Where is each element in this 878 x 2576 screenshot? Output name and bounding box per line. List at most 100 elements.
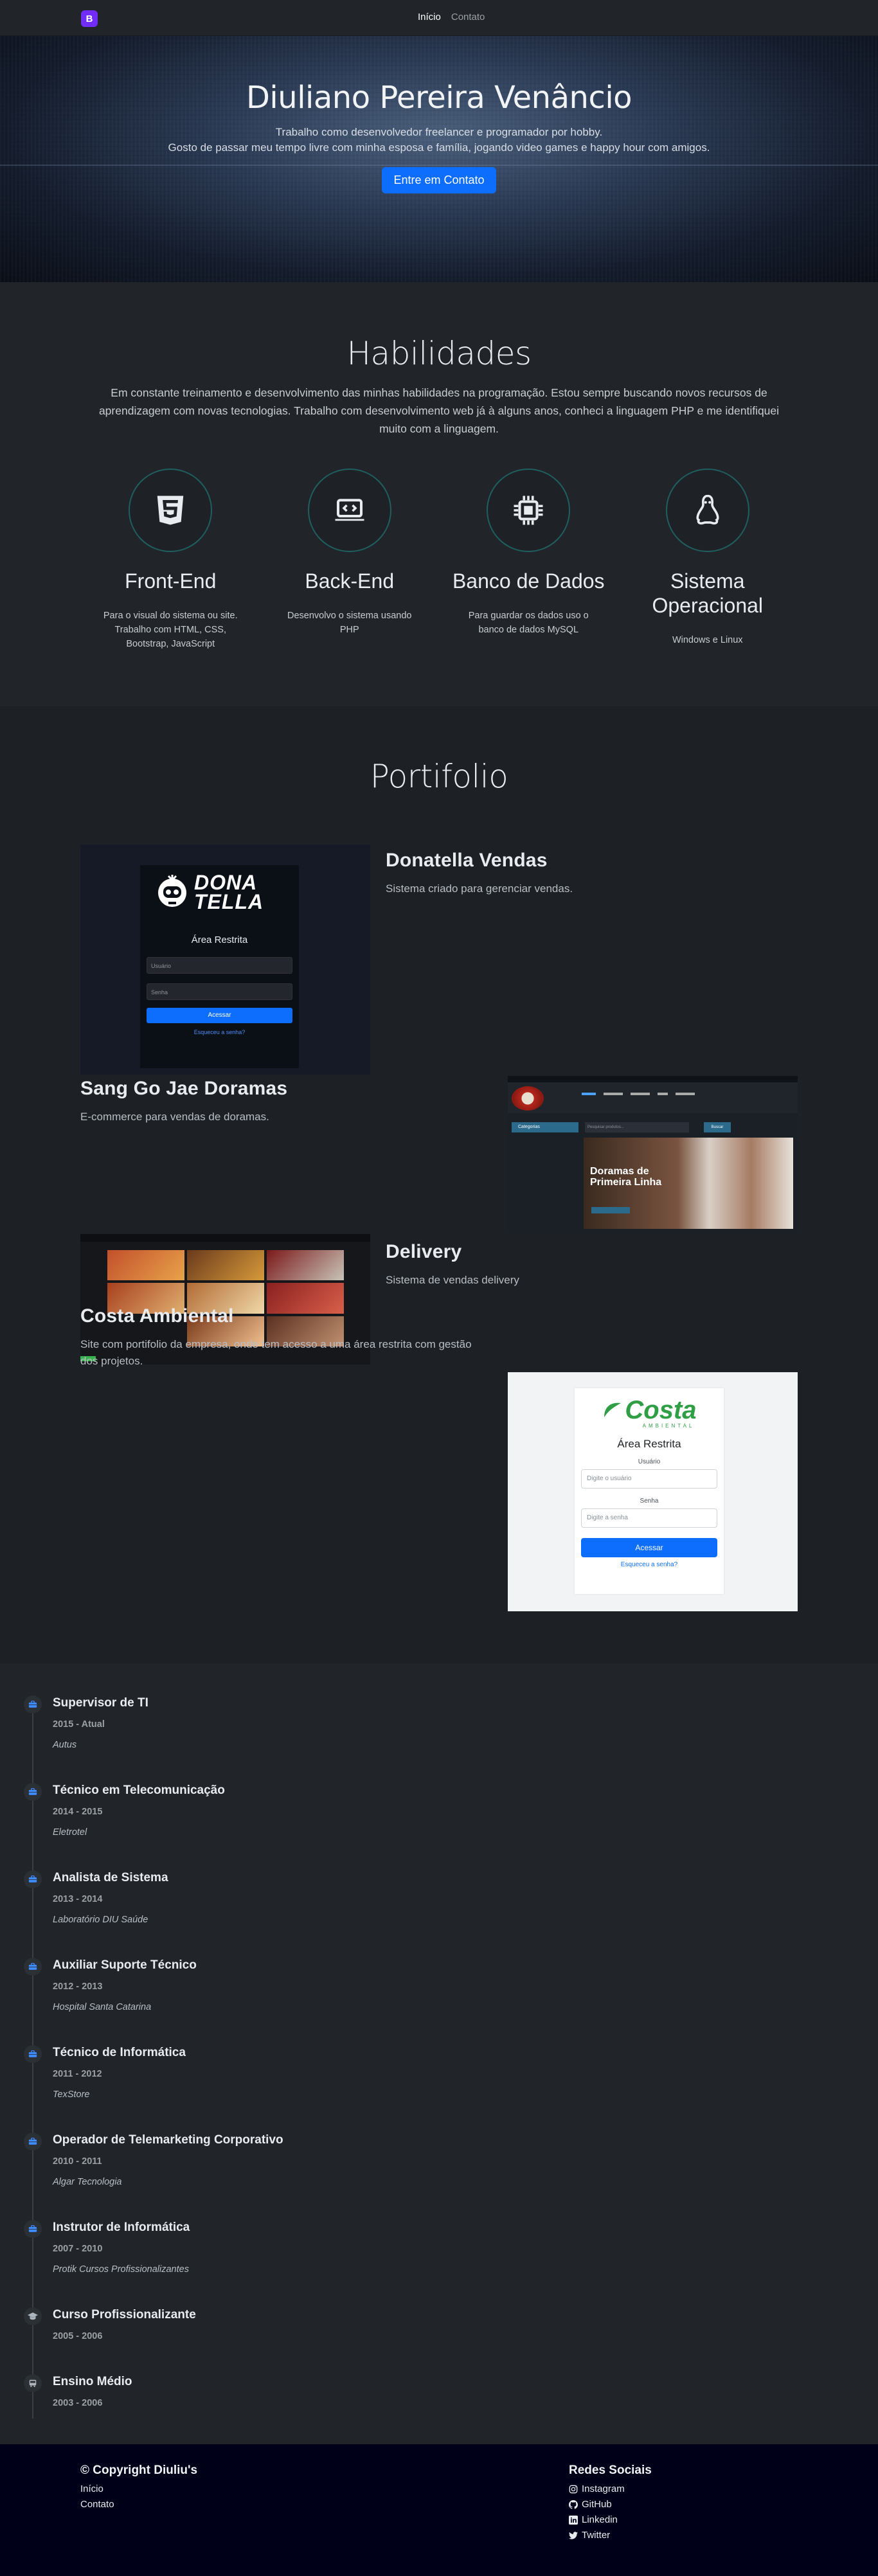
donatella-logo: DONA TELLA (156, 871, 264, 912)
username-field[interactable]: Usuário (147, 957, 292, 974)
linux-icon (665, 469, 749, 552)
timeline-title: Supervisor de TI (53, 1696, 148, 1710)
social-instagram[interactable]: Instagram (569, 2482, 652, 2497)
footer: © Copyright Diuliu's Início Contato Rede… (0, 2444, 878, 2576)
username-field[interactable]: Digite o usuário (581, 1469, 717, 1489)
project-title: Donatella Vendas (386, 850, 548, 871)
briefcase-icon (24, 2220, 42, 2238)
donatella-screenshot[interactable]: DONA TELLA Área Restrita Usuário Senha A… (80, 845, 370, 1075)
briefcase-icon (24, 1958, 42, 1976)
timeline-title: Auxiliar Suporte Técnico (53, 1958, 197, 1972)
briefcase-icon (24, 1695, 42, 1713)
project-donatella: Donatella Vendas Sistema criado para ger… (386, 850, 573, 897)
timeline-years: 2013 - 2014 (53, 1894, 103, 1904)
forgot-password-link[interactable]: Esqueceu a senha? (140, 1029, 299, 1035)
portfolio-title: Portifolio (370, 758, 508, 795)
brand-logo[interactable]: B (81, 10, 98, 27)
skill-title: Back-End (305, 569, 395, 593)
doramas-logo (512, 1086, 544, 1111)
project-title: Sang Go Jae Doramas (80, 1078, 288, 1099)
nav-link-inicio[interactable]: Início (418, 12, 441, 22)
linkedin-icon (569, 2516, 578, 2525)
navbar: B Início Contato (0, 0, 878, 36)
project-title: Costa Ambiental (80, 1305, 234, 1327)
login-button[interactable]: Acessar (581, 1538, 717, 1557)
skill-text: Para o visual do sistema ou site. Trabal… (103, 611, 238, 649)
restricted-area-label: Área Restrita (191, 935, 248, 945)
skill-title: Banco de Dados (452, 569, 605, 593)
doramas-search[interactable]: Pesquisar produtos... (585, 1122, 689, 1132)
doramas-banner: Doramas de Primeira Linha (584, 1138, 793, 1229)
project-costa: Costa Ambiental Site com portifolio da e… (80, 1305, 479, 1370)
doramas-search-button[interactable]: Buscar (704, 1122, 731, 1132)
code-laptop-icon (307, 469, 391, 552)
footer-left: © Copyright Diuliu's Início Contato (80, 2464, 197, 2512)
copyright: © Copyright Diuliu's (80, 2464, 198, 2477)
project-desc: Sistema de vendas delivery (386, 1274, 519, 1286)
social-linkedin[interactable]: Linkedin (569, 2512, 652, 2528)
timeline-years: 2010 - 2011 (53, 2156, 102, 2167)
doramas-screenshot[interactable]: Categorias Pesquisar produtos... Buscar … (508, 1076, 798, 1233)
logo-text-1: DONA (194, 871, 258, 894)
banner-text-2: Primeira Linha (590, 1177, 662, 1188)
css3-icon (129, 469, 213, 552)
hero-section: Diuliano Pereira Venâncio Trabalho como … (0, 36, 878, 282)
social-twitter[interactable]: Twitter (569, 2528, 652, 2543)
github-icon (569, 2500, 578, 2509)
costa-logo: Costa (575, 1397, 724, 1423)
twitter-icon (569, 2532, 578, 2539)
timeline-years: 2011 - 2012 (53, 2069, 102, 2079)
portfolio-section: Portifolio DONA TELLA Área Restrita Usuá… (0, 706, 878, 1663)
timeline-years: 2007 - 2010 (53, 2244, 103, 2254)
footer-link-inicio[interactable]: Início (80, 2482, 197, 2497)
briefcase-icon (24, 1870, 42, 1888)
timeline-title: Analista de Sistema (53, 1871, 168, 1884)
graduation-cap-icon (24, 2307, 42, 2325)
project-title: Delivery (386, 1241, 462, 1262)
restricted-area-label: Área Restrita (617, 1438, 681, 1450)
timeline-title: Técnico de Informática (53, 2046, 186, 2059)
footer-social: Redes Sociais Instagram GitHub Linkedin … (569, 2464, 652, 2543)
login-button[interactable]: Acessar (147, 1008, 292, 1023)
timeline-years: 2015 - Atual (53, 1719, 105, 1730)
skill-text: Para guardar os dados uso o banco de dad… (468, 611, 589, 635)
skills-intro: Em constante treinamento e desenvolvimen… (98, 386, 780, 435)
password-field[interactable]: Senha (147, 983, 292, 1000)
timeline-company: Eletrotel (53, 1827, 87, 1838)
skill-front-end: Front-End Para o visual do sistema ou si… (81, 469, 260, 651)
skill-title: Front-End (125, 569, 217, 593)
contact-button[interactable]: Entre em Contato (382, 167, 496, 193)
social-label: Twitter (582, 2530, 611, 2541)
forgot-password-link[interactable]: Esqueceu a senha? (575, 1561, 724, 1568)
instagram-icon (569, 2485, 578, 2494)
project-desc: E-commerce para vendas de doramas. (80, 1111, 269, 1123)
timeline-company: Algar Tecnologia (53, 2177, 122, 2187)
social-github[interactable]: GitHub (569, 2497, 652, 2512)
project-desc: Sistema criado para gerenciar vendas. (386, 882, 573, 895)
social-title: Redes Sociais (569, 2464, 652, 2477)
password-field[interactable]: Digite a senha (581, 1508, 717, 1528)
password-label: Senha (640, 1498, 659, 1505)
banner-text-1: Doramas de (590, 1166, 649, 1177)
nav-link-contato[interactable]: Contato (451, 12, 485, 22)
username-label: Usuário (638, 1458, 661, 1465)
costa-screenshot[interactable]: Costa AMBIENTAL Área Restrita Usuário Di… (508, 1372, 798, 1611)
categories-menu[interactable]: Categorias (512, 1122, 578, 1132)
skills-section: Habilidades Em constante treinamento e d… (0, 282, 878, 706)
timeline-company: Hospital Santa Catarina (53, 2002, 152, 2012)
hero-line-1: Trabalho como desenvolvedor freelancer e… (275, 126, 603, 138)
project-desc: Site com portifolio da empresa, onde tem… (80, 1338, 472, 1367)
skill-os: Sistema Operacional Windows e Linux (618, 469, 798, 651)
briefcase-icon (24, 2045, 42, 2063)
skill-text: Desenvolvo o sistema usando PHP (287, 611, 412, 635)
skill-back-end: Back-End Desenvolvo o sistema usando PHP (260, 469, 440, 651)
experience-timeline: Supervisor de TI 2015 - Atual Autus Técnico… (0, 1663, 878, 2444)
timeline-years: 2005 - 2006 (53, 2331, 103, 2341)
skill-text: Windows e Linux (672, 635, 743, 645)
timeline-title: Ensino Médio (53, 2375, 132, 2388)
cpu-icon (487, 469, 571, 552)
social-label: GitHub (582, 2499, 612, 2510)
footer-link-contato[interactable]: Contato (80, 2497, 197, 2512)
timeline-company: Autus (53, 1740, 77, 1750)
skills-title: Habilidades (346, 335, 532, 372)
